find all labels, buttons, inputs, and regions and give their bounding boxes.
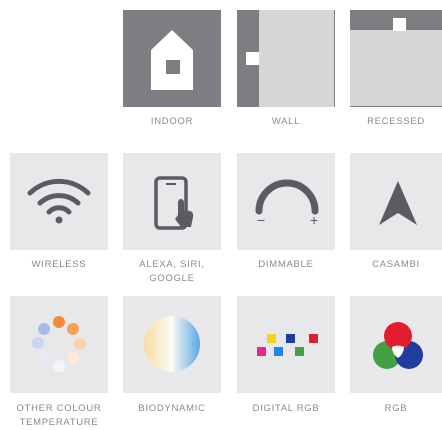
rgb-circles-icon bbox=[373, 322, 423, 369]
rgb-label: RGB bbox=[384, 403, 408, 414]
colour-temperature-label: OTHER COLOUR TEMPERATURE bbox=[16, 403, 102, 428]
biodynamic-tile[interactable] bbox=[123, 296, 221, 393]
recessed-mount-icon bbox=[350, 10, 442, 107]
digital-rgb-pixels-icon bbox=[257, 334, 318, 356]
casambi-tile[interactable] bbox=[350, 153, 442, 250]
house-icon bbox=[151, 30, 193, 90]
wall-label: WALL bbox=[271, 116, 301, 127]
wireless-label: WIRELESS bbox=[31, 259, 87, 270]
dimmable-tile[interactable]: − + bbox=[237, 153, 335, 250]
recessed-tile[interactable] bbox=[350, 10, 442, 107]
wifi-icon bbox=[27, 178, 91, 224]
wall-mount-icon bbox=[237, 10, 335, 107]
alexa-tile[interactable] bbox=[123, 153, 221, 250]
dimmer-minus-sign: − bbox=[257, 212, 265, 228]
rgb-tile[interactable] bbox=[350, 296, 442, 393]
digital-rgb-label: DIGITAL RGB bbox=[252, 403, 320, 414]
alexa-label: ALEXA, SIRI, GOOGLE bbox=[139, 259, 205, 284]
digital-rgb-tile[interactable] bbox=[237, 296, 335, 393]
indoor-tile[interactable] bbox=[123, 10, 221, 107]
casambi-label: CASAMBI bbox=[372, 259, 420, 270]
colour-temperature-tile[interactable] bbox=[10, 296, 108, 393]
phone-touch-icon bbox=[154, 176, 194, 230]
wall-tile[interactable] bbox=[237, 10, 335, 107]
dimmer-plus-sign: + bbox=[310, 212, 318, 228]
biodynamic-label: BIODYNAMIC bbox=[138, 403, 206, 414]
biodynamic-gradient-icon bbox=[144, 316, 200, 372]
indoor-label: INDOOR bbox=[150, 116, 194, 127]
colour-dots-icon bbox=[32, 316, 86, 372]
casambi-logo-icon bbox=[379, 181, 417, 225]
dimmer-dial-icon: − + bbox=[255, 179, 319, 228]
recessed-label: RECESSED bbox=[367, 116, 425, 127]
wireless-tile[interactable] bbox=[10, 153, 108, 250]
dimmable-label: DIMMABLE bbox=[258, 259, 314, 270]
